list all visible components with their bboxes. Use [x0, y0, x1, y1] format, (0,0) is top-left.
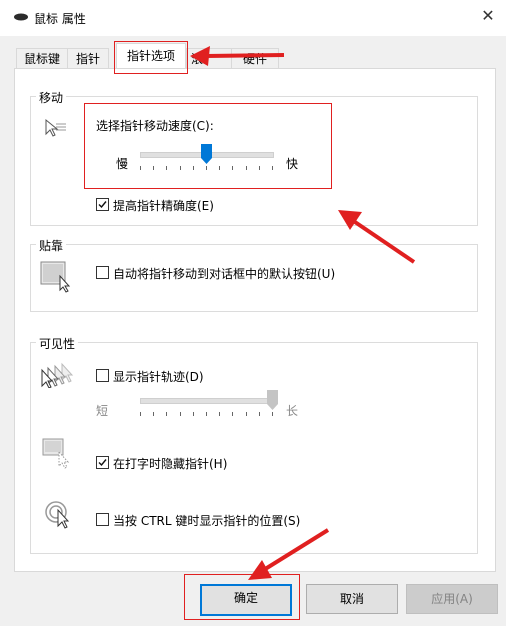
tab-label: 指针	[75, 52, 100, 66]
snap-to-icon	[40, 261, 71, 293]
slider-tick	[219, 412, 221, 416]
snap-to-default-checkbox[interactable]	[96, 266, 109, 279]
motion-group-label: 移动	[36, 89, 67, 106]
slider-tick	[153, 412, 155, 416]
hide-while-typing-label: 在打字时隐藏指针(H)	[113, 457, 228, 471]
hide-while-typing-checkbox[interactable]	[96, 456, 109, 469]
tab-pointer-options[interactable]: 指针选项	[116, 43, 186, 68]
checkmark-icon	[98, 201, 107, 209]
hide-while-typing-icon	[42, 438, 70, 469]
pointer-trails-label: 显示指针轨迹(D)	[113, 370, 204, 384]
visibility-group-label: 可见性	[36, 335, 79, 352]
enhance-precision-label: 提高指针精确度(E)	[113, 199, 214, 213]
slider-tick	[179, 412, 181, 416]
short-label: 短	[96, 404, 109, 418]
close-icon[interactable]: ✕	[478, 6, 498, 26]
slider-tick	[206, 412, 207, 416]
slider-tick	[166, 412, 168, 416]
checkmark-icon	[98, 459, 107, 467]
long-label: 长	[286, 404, 299, 418]
show-location-ctrl-checkbox[interactable]	[96, 513, 109, 526]
slider-tick	[140, 412, 141, 416]
snap-group-label: 贴靠	[36, 237, 67, 254]
tab-buttons[interactable]: 鼠标键	[16, 48, 68, 69]
cancel-button[interactable]: 取消	[306, 584, 398, 614]
tab-hardware[interactable]: 硬件	[231, 48, 279, 69]
mouse-icon	[14, 13, 28, 21]
slider-tick	[245, 412, 247, 416]
tab-label: 鼠标键	[23, 52, 60, 66]
show-location-ctrl-label: 当按 CTRL 键时显示指针的位置(S)	[113, 514, 301, 528]
enhance-precision-checkbox[interactable]	[96, 198, 109, 211]
tab-label: 硬件	[242, 52, 267, 66]
show-location-icon	[45, 501, 70, 529]
pointer-trails-icon	[41, 362, 74, 388]
tab-pointers[interactable]: 指针	[67, 48, 109, 69]
slider-tick	[258, 412, 260, 416]
pointer-trails-checkbox[interactable]	[96, 369, 109, 382]
annotation-box-ok	[184, 574, 300, 620]
tab-wheel[interactable]: 滚	[186, 48, 232, 69]
slider-tick	[232, 412, 234, 416]
tab-label: 指针选项	[126, 49, 175, 63]
snap-to-default-label: 自动将指针移动到对话框中的默认按钮(U)	[113, 267, 336, 281]
annotation-box-speed	[84, 103, 332, 189]
tab-label: 滚	[191, 52, 204, 66]
apply-button[interactable]: 应用(A)	[406, 584, 498, 614]
slider-tick	[272, 412, 273, 416]
trails-slider-track[interactable]	[140, 398, 274, 404]
slider-tick	[192, 412, 194, 416]
pointer-speed-icon	[45, 118, 66, 137]
window-title: 鼠标 属性	[34, 12, 86, 26]
trails-slider-thumb[interactable]	[267, 390, 278, 410]
